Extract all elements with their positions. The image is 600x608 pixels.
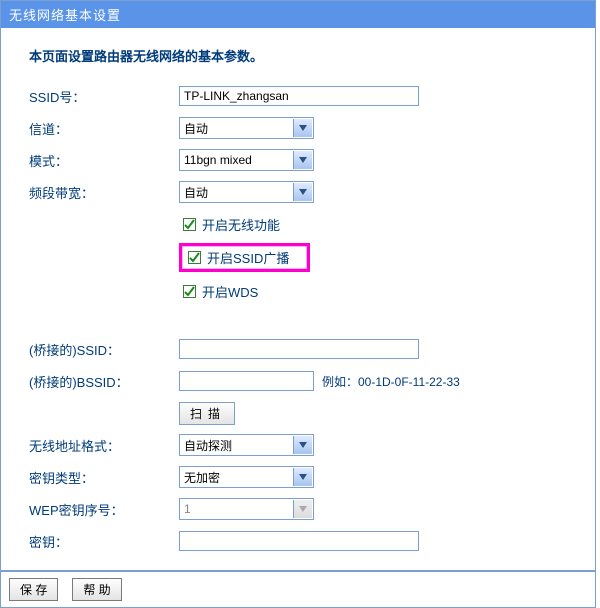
label-key-type: 密钥类型： [29,468,179,487]
wireless-settings-panel: 无线网络基本设置 本页面设置路由器无线网络的基本参数。 SSID号： 信道： 自… [0,0,596,571]
ssid-broadcast-highlight: 开启SSID广播 [179,243,310,272]
enable-ssid-broadcast-checkbox[interactable]: 开启SSID广播 [188,248,289,267]
chevron-down-icon [293,119,312,137]
checkbox-icon [183,218,196,231]
label-addr-format: 无线地址格式： [29,436,179,455]
enable-ssid-broadcast-label: 开启SSID广播 [207,248,289,267]
checkbox-icon [188,251,201,264]
key-type-value: 无加密 [184,469,220,486]
bandwidth-select[interactable]: 自动 [179,181,314,203]
chevron-down-icon [293,151,312,169]
mode-select-value: 11bgn mixed [184,153,252,167]
chevron-down-icon [293,468,312,486]
chevron-down-icon [293,183,312,201]
label-channel: 信道： [29,119,179,138]
addr-format-select[interactable]: 自动探测 [179,434,314,456]
wep-index-select: 1 [179,498,314,520]
bridged-ssid-input[interactable] [179,339,419,359]
save-button[interactable]: 保 存 [9,578,58,601]
key-input[interactable] [179,531,419,551]
chevron-down-icon [293,500,312,518]
key-type-select[interactable]: 无加密 [179,466,314,488]
bssid-hint: 例如：00-1D-0F-11-22-33 [322,373,460,390]
label-key: 密钥： [29,532,179,551]
enable-wireless-label: 开启无线功能 [202,215,280,234]
panel-body: 本页面设置路由器无线网络的基本参数。 SSID号： 信道： 自动 模式： [1,28,595,570]
label-wep-index: WEP密钥序号： [29,500,179,519]
panel-title: 无线网络基本设置 [1,1,595,28]
enable-wireless-checkbox[interactable]: 开启无线功能 [179,213,284,236]
label-bridged-bssid: (桥接的)BSSID： [29,372,179,391]
ssid-input[interactable] [179,86,419,106]
intro-text: 本页面设置路由器无线网络的基本参数。 [29,46,575,65]
enable-wds-label: 开启WDS [202,282,258,301]
help-button[interactable]: 帮 助 [72,578,121,601]
enable-wds-checkbox[interactable]: 开启WDS [179,280,262,303]
channel-select-value: 自动 [184,120,208,137]
footer-bar: 保 存 帮 助 [0,571,596,608]
addr-format-value: 自动探测 [184,437,232,454]
scan-button[interactable]: 扫描 [179,402,235,425]
label-bridged-ssid: (桥接的)SSID： [29,340,179,359]
checkbox-icon [183,285,196,298]
chevron-down-icon [293,436,312,454]
label-ssid: SSID号： [29,87,179,106]
bandwidth-select-value: 自动 [184,184,208,201]
mode-select[interactable]: 11bgn mixed [179,149,314,171]
label-bandwidth: 频段带宽： [29,183,179,202]
label-mode: 模式： [29,151,179,170]
bridged-bssid-input[interactable] [179,371,314,391]
wep-index-value: 1 [184,502,191,516]
channel-select[interactable]: 自动 [179,117,314,139]
